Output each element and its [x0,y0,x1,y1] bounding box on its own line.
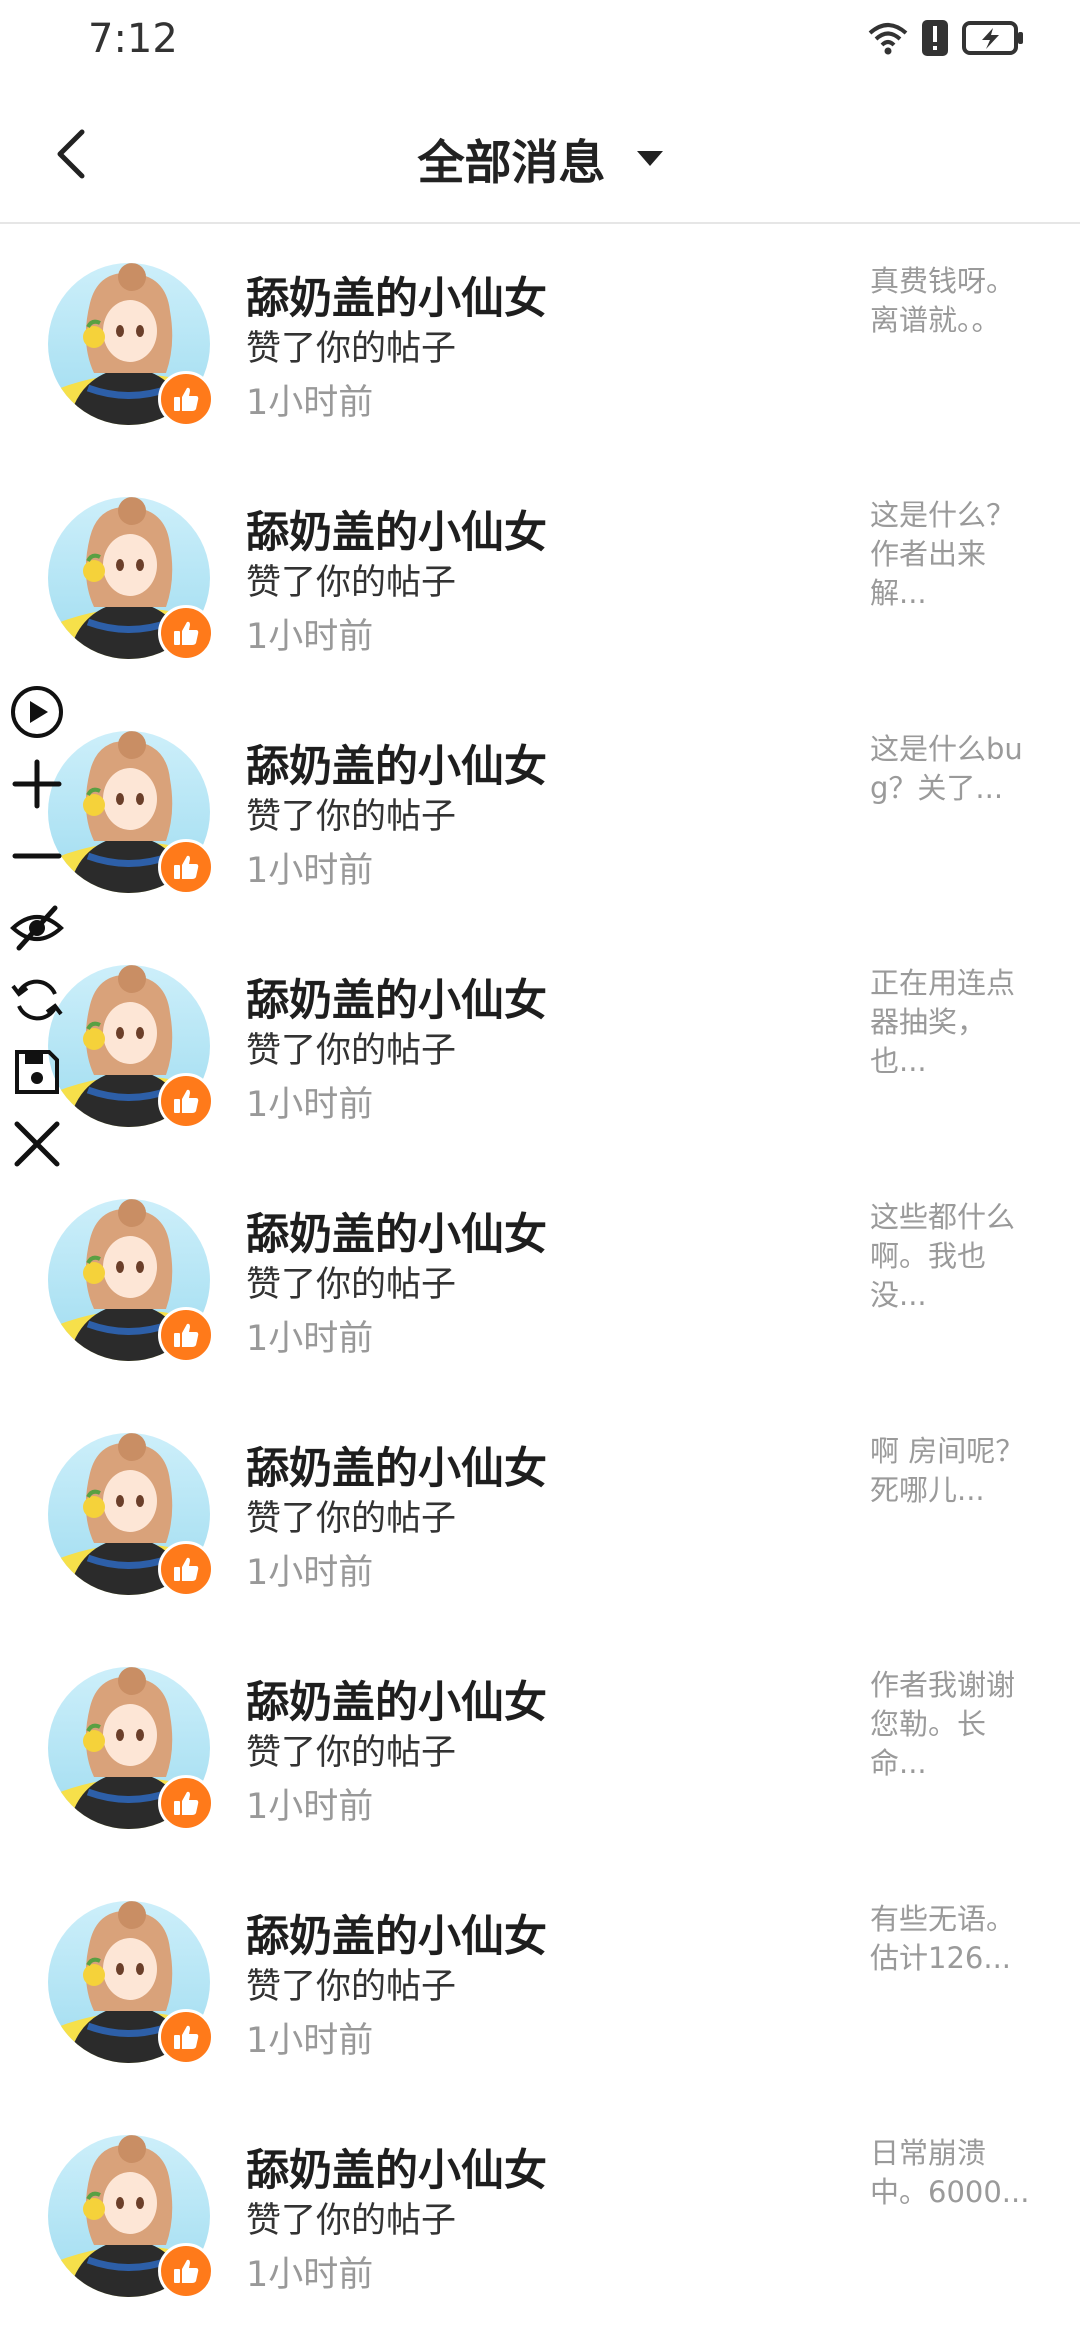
message-time: 1小时前 [246,1553,374,1593]
eye-off-icon [10,905,64,951]
thumbs-up-icon [174,621,199,645]
post-preview[interactable]: 这些都什么啊。我也没... [870,1198,1030,1315]
add-button[interactable] [4,748,70,820]
message-action: 赞了你的帖子 [246,1031,457,1071]
like-badge [158,1307,214,1363]
sender-name[interactable]: 舔奶盖的小仙女 [246,264,547,326]
title-dropdown[interactable]: 全部消息 [0,124,1080,193]
sender-name[interactable]: 舔奶盖的小仙女 [246,1200,547,1262]
floating-toolbar [4,676,70,1180]
page-title: 全部消息 [417,136,606,191]
message-item[interactable]: 舔奶盖的小仙女 赞了你的帖子 1小时前 啊 房间呢？死哪儿... [0,1394,1080,1628]
thumbs-up-icon [174,387,199,411]
message-item[interactable]: 舔奶盖的小仙女 赞了你的帖子 1小时前 日常崩溃中。6000... [0,2096,1080,2330]
save-button[interactable] [4,1036,70,1108]
like-badge [158,371,214,427]
thumbs-up-icon [174,855,199,879]
like-badge [158,1541,214,1597]
sender-name[interactable]: 舔奶盖的小仙女 [246,498,547,560]
message-item[interactable]: 舔奶盖的小仙女 赞了你的帖子 1小时前 这些都什么啊。我也没... [0,1160,1080,1394]
message-action: 赞了你的帖子 [246,329,457,369]
sender-name[interactable]: 舔奶盖的小仙女 [246,732,547,794]
sender-name[interactable]: 舔奶盖的小仙女 [246,2136,547,2198]
refresh-button[interactable] [4,964,70,1036]
sender-name[interactable]: 舔奶盖的小仙女 [246,966,547,1028]
play-button[interactable] [4,676,70,748]
message-time: 1小时前 [246,851,374,891]
thumbs-up-icon [174,1089,199,1113]
top-app-bar: 全部消息 [0,84,1080,224]
plus-icon [12,759,62,809]
sender-name[interactable]: 舔奶盖的小仙女 [246,1434,547,1496]
message-action: 赞了你的帖子 [246,1733,457,1773]
message-item[interactable]: 舔奶盖的小仙女 赞了你的帖子 1小时前 作者我谢谢您勒。长命... [0,1628,1080,1862]
wifi-icon [868,21,908,59]
sender-name[interactable]: 舔奶盖的小仙女 [246,1902,547,1964]
minus-icon [12,853,62,859]
status-icons [868,18,1024,62]
message-action: 赞了你的帖子 [246,1265,457,1305]
thumbs-up-icon [174,1323,199,1347]
status-bar: 7:12 [0,0,1080,84]
post-preview[interactable]: 这是什么？作者出来解... [870,496,1030,613]
alert-icon [922,20,948,60]
message-action: 赞了你的帖子 [246,1499,457,1539]
caret-down-icon [636,151,663,166]
thumbs-up-icon [174,2259,199,2283]
message-item[interactable]: 舔奶盖的小仙女 赞了你的帖子 1小时前 这是什么bug？关了... [0,692,1080,926]
sender-name[interactable]: 舔奶盖的小仙女 [246,1668,547,1730]
thumbs-up-icon [174,2025,199,2049]
play-icon [11,686,63,738]
post-preview[interactable]: 真费钱呀。离谱就。。 [870,262,1030,340]
message-time: 1小时前 [246,2255,374,2295]
message-time: 1小时前 [246,617,374,657]
message-time: 1小时前 [246,2021,374,2061]
message-list: 舔奶盖的小仙女 赞了你的帖子 1小时前 真费钱呀。离谱就。。 舔奶盖的小仙女 赞… [0,224,1080,2330]
like-badge [158,839,214,895]
message-action: 赞了你的帖子 [246,2201,457,2241]
message-time: 1小时前 [246,1319,374,1359]
post-preview[interactable]: 正在用连点器抽奖，也... [870,964,1030,1081]
like-badge [158,1775,214,1831]
message-action: 赞了你的帖子 [246,1967,457,2007]
close-icon [14,1121,60,1167]
message-item[interactable]: 舔奶盖的小仙女 赞了你的帖子 1小时前 这是什么？作者出来解... [0,458,1080,692]
message-item[interactable]: 舔奶盖的小仙女 赞了你的帖子 1小时前 真费钱呀。离谱就。。 [0,224,1080,458]
thumbs-up-icon [174,1557,199,1581]
message-action: 赞了你的帖子 [246,563,457,603]
post-preview[interactable]: 有些无语。估计126... [870,1900,1030,1978]
thumbs-up-icon [174,1791,199,1815]
post-preview[interactable]: 日常崩溃中。6000... [870,2134,1030,2212]
message-time: 1小时前 [246,1787,374,1827]
message-time: 1小时前 [246,383,374,423]
post-preview[interactable]: 啊 房间呢？死哪儿... [870,1432,1030,1510]
battery-charging-icon [962,21,1024,59]
close-button[interactable] [4,1108,70,1180]
like-badge [158,1073,214,1129]
post-preview[interactable]: 作者我谢谢您勒。长命... [870,1666,1030,1783]
save-icon [15,1050,59,1094]
status-time: 7:12 [88,16,178,62]
remove-button[interactable] [4,820,70,892]
hide-button[interactable] [4,892,70,964]
message-action: 赞了你的帖子 [246,797,457,837]
refresh-icon [11,979,63,1021]
like-badge [158,605,214,661]
post-preview[interactable]: 这是什么bug？关了... [870,730,1030,808]
message-time: 1小时前 [246,1085,374,1125]
message-item[interactable]: 舔奶盖的小仙女 赞了你的帖子 1小时前 有些无语。估计126... [0,1862,1080,2096]
like-badge [158,2009,214,2065]
like-badge [158,2243,214,2299]
message-item[interactable]: 舔奶盖的小仙女 赞了你的帖子 1小时前 正在用连点器抽奖，也... [0,926,1080,1160]
